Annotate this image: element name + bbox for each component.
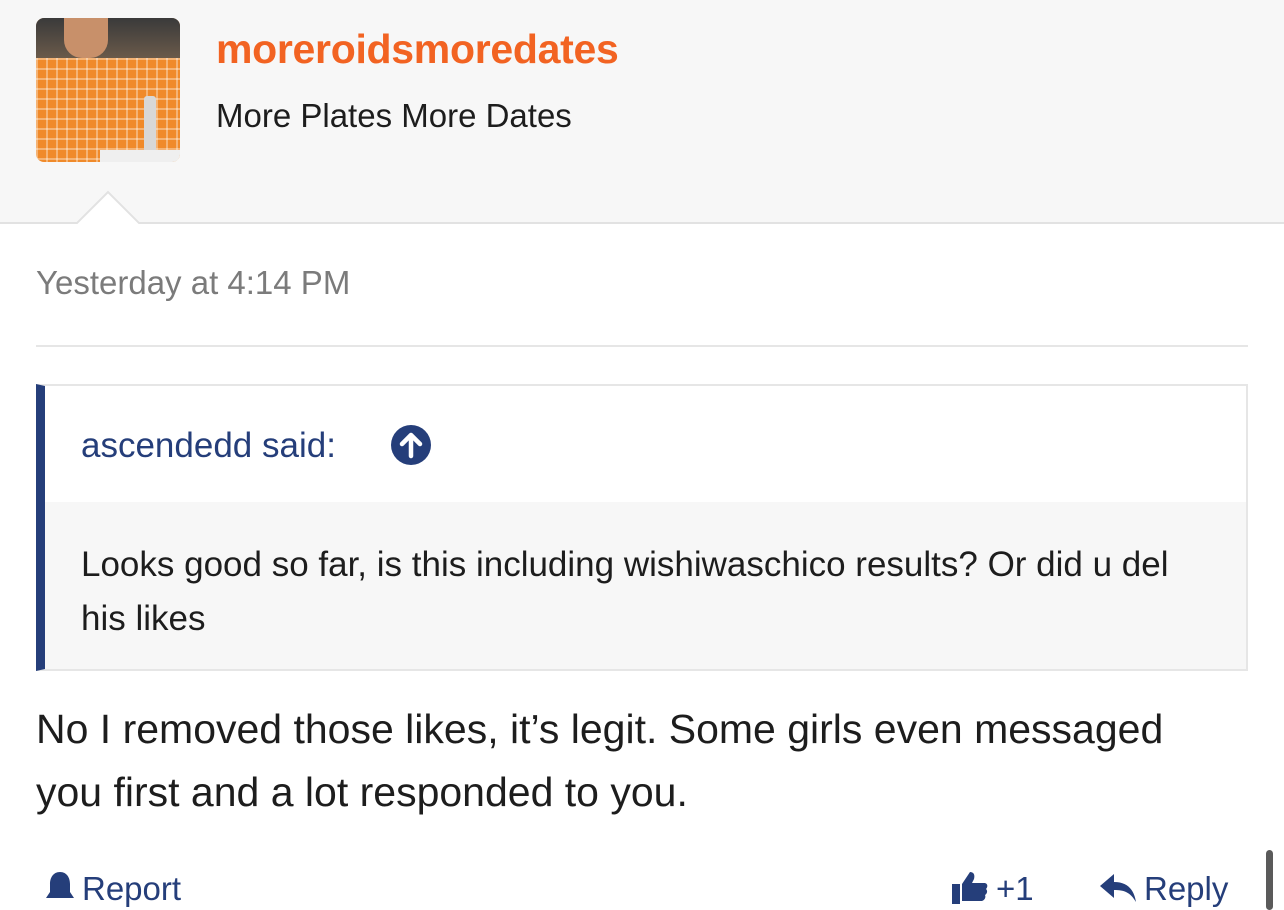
quote-block: ascendedd said: Looks good so far, is th…	[36, 384, 1248, 671]
quote-header: ascendedd said:	[45, 386, 1246, 502]
bell-icon	[46, 872, 74, 898]
reply-label: Reply	[1144, 870, 1229, 907]
quote-text: Looks good so far, is this including wis…	[81, 545, 1169, 638]
avatar-mirror	[36, 18, 180, 58]
username-link[interactable]: moreroidsmoredates	[216, 26, 619, 73]
arrow-up-circle-icon[interactable]	[390, 424, 432, 466]
report-label: Report	[82, 870, 182, 907]
scrollbar[interactable]	[1266, 850, 1273, 910]
avatar-sink	[100, 150, 180, 162]
user-title: More Plates More Dates	[216, 97, 572, 134]
quote-author[interactable]: ascendedd said:	[81, 426, 336, 466]
like-button[interactable]: +1	[950, 870, 1034, 910]
thumbs-up-icon	[952, 872, 988, 904]
like-count: +1	[996, 870, 1034, 907]
post-message: No I removed those likes, it’s legit. So…	[36, 706, 1164, 815]
report-button[interactable]: Report	[44, 870, 181, 910]
header-caret	[74, 190, 142, 226]
reply-arrow-icon	[1100, 874, 1136, 902]
quote-body: Looks good so far, is this including wis…	[45, 502, 1246, 669]
reply-button[interactable]: Reply	[1098, 870, 1228, 910]
avatar-person	[64, 18, 108, 58]
post-timestamp[interactable]: Yesterday at 4:14 PM	[36, 264, 350, 302]
user-avatar[interactable]	[36, 18, 180, 162]
divider	[36, 345, 1248, 347]
post-author-header: moreroidsmoredates More Plates More Date…	[0, 0, 1284, 224]
